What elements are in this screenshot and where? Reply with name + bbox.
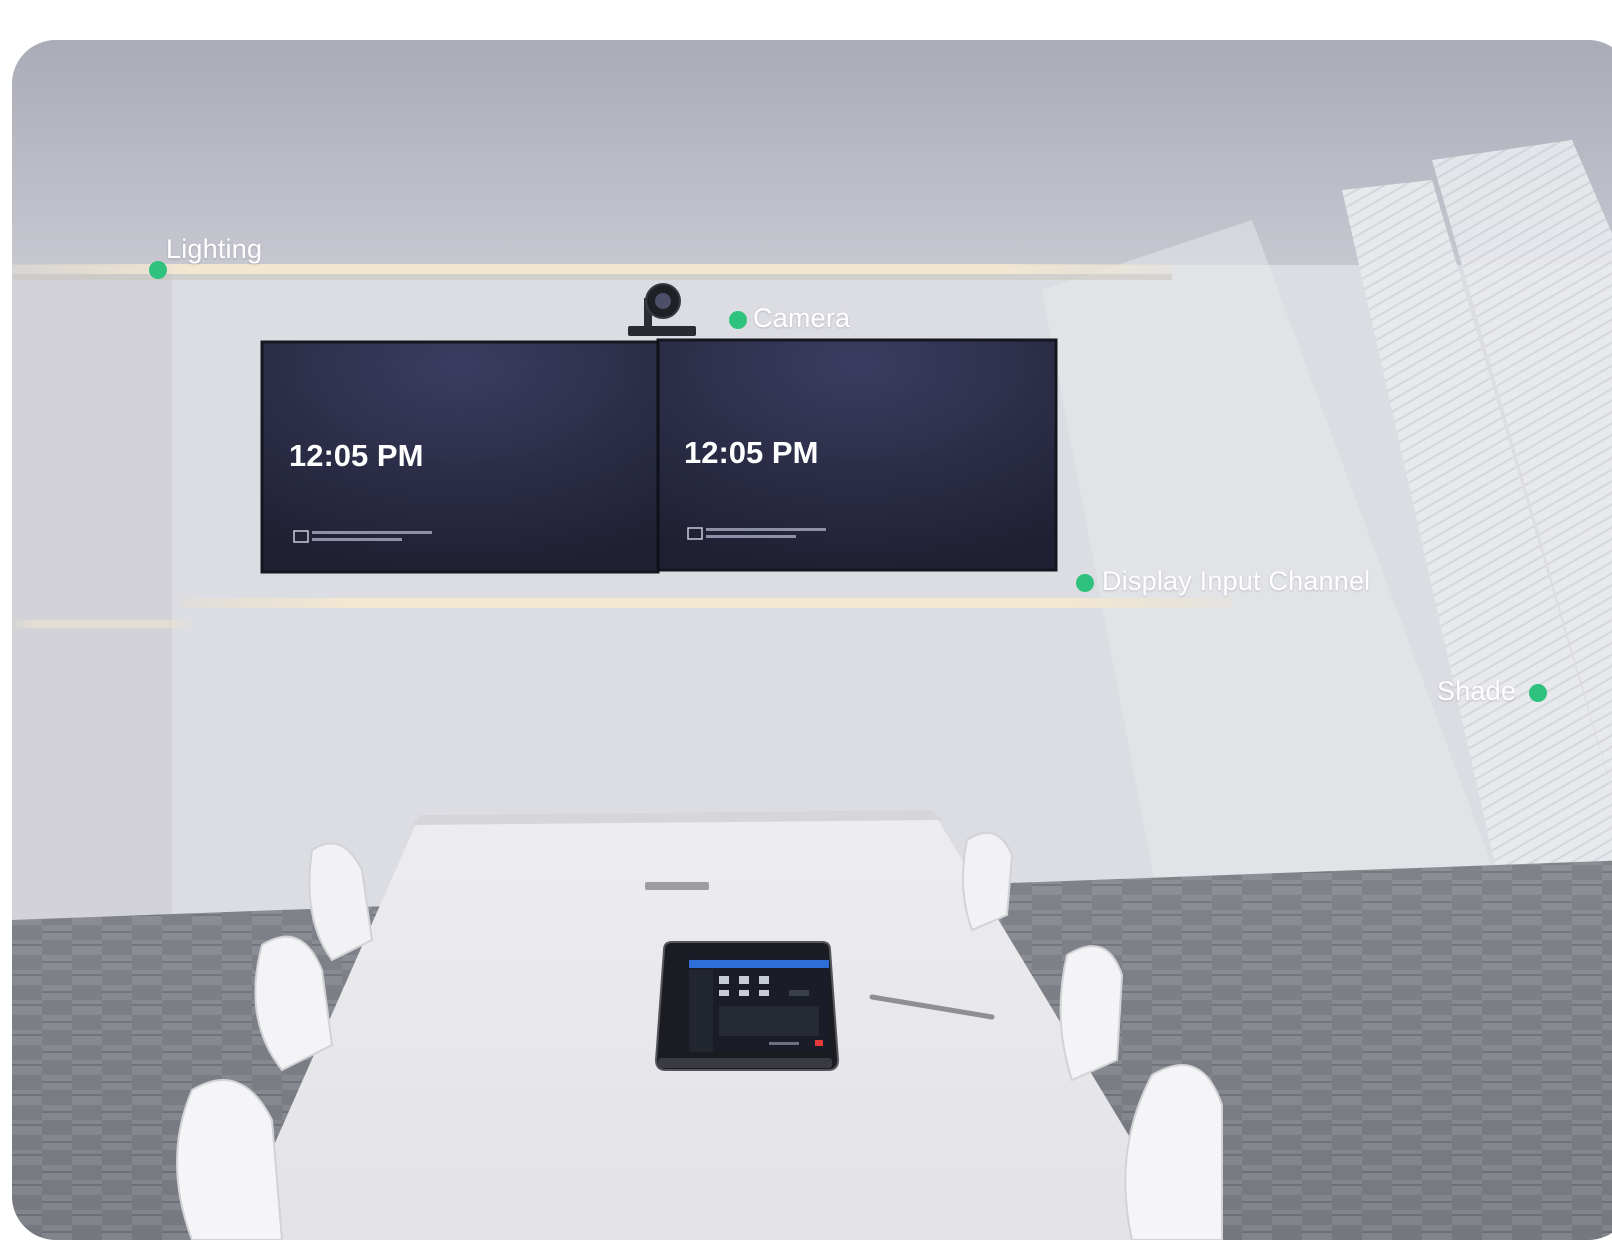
shade-hotspot-dot[interactable] — [1529, 684, 1547, 702]
camera-hotspot-dot[interactable] — [729, 311, 747, 329]
lighting-hotspot-dot[interactable] — [149, 261, 167, 279]
touch-panel-ui-graphic — [689, 954, 829, 1052]
room-photo: 12:05 PM 12:05 PM — [12, 40, 1612, 1240]
right-display-time: 12:05 PM — [684, 435, 819, 470]
meeting-room-scene — [12, 40, 1612, 1240]
camera-hotspot-label[interactable]: Camera — [753, 305, 850, 332]
display-input-channel-hotspot-dot[interactable] — [1076, 574, 1094, 592]
lighting-hotspot-label[interactable]: Lighting — [166, 236, 262, 263]
left-display-time: 12:05 PM — [289, 438, 424, 473]
shade-hotspot-label[interactable]: Shade — [1437, 678, 1516, 705]
touch-panel-screen — [689, 954, 829, 1052]
display-input-channel-hotspot-label[interactable]: Display Input Channel — [1102, 568, 1370, 595]
